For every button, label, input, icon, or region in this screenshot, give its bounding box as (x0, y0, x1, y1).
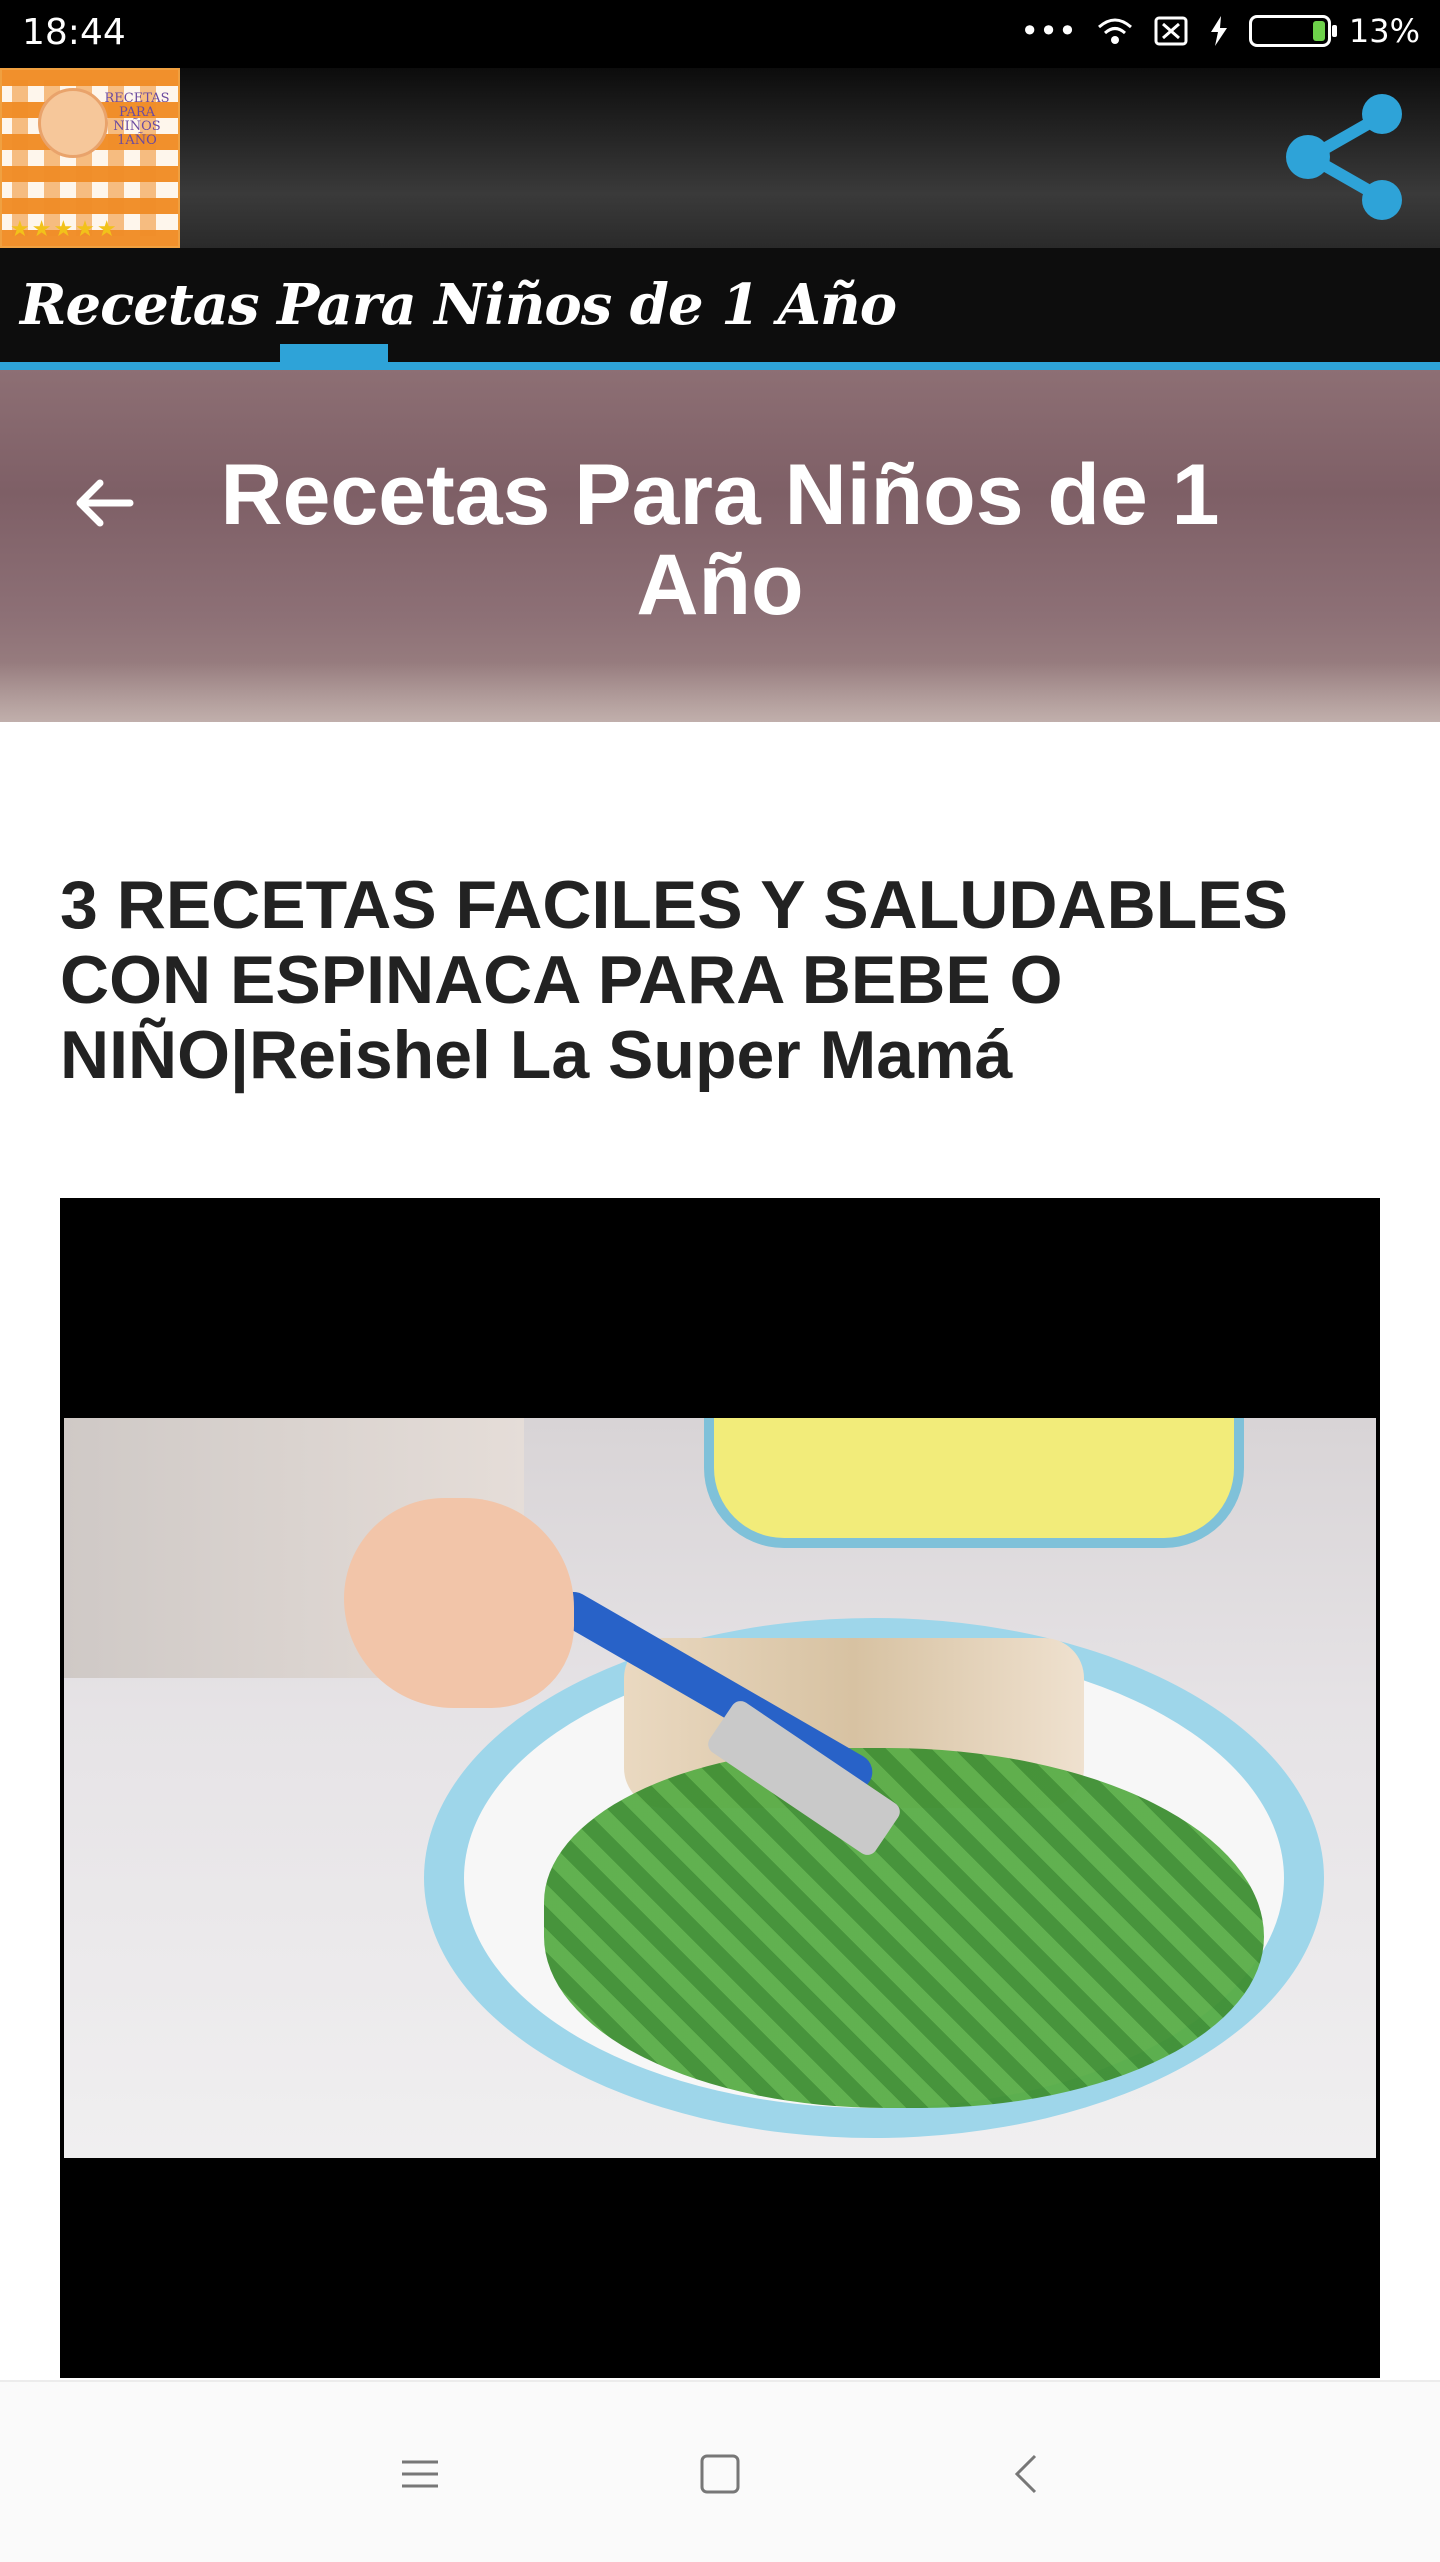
tab-strip: Recetas Para Niños de 1 Año (0, 248, 1440, 368)
app-header: RECETAS PARA NIÑOS 1AÑO ★★★★★ (0, 68, 1440, 248)
article-title: 3 RECETAS FACILES Y SALUDABLES CON ESPIN… (60, 867, 1288, 1093)
status-icons: ••• 13% (1020, 12, 1420, 50)
back-chevron-icon (1014, 2454, 1037, 2494)
battery-percent: 13% (1348, 12, 1420, 50)
wifi-icon (1097, 18, 1132, 44)
more-dots-icon: ••• (1020, 12, 1077, 50)
menu-icon (402, 2460, 438, 2488)
tab-divider (0, 362, 1440, 370)
charging-bolt-icon (1210, 16, 1227, 46)
hero-title: Recetas Para Niños de 1 Año (220, 447, 1220, 633)
home-button[interactable] (690, 2444, 750, 2504)
app-logo: RECETAS PARA NIÑOS 1AÑO ★★★★★ (0, 68, 180, 248)
back-nav-button[interactable] (996, 2444, 1056, 2504)
share-icon[interactable] (1280, 92, 1410, 222)
hero-banner: Recetas Para Niños de 1 Año (0, 370, 1440, 722)
status-time: 18:44 (22, 12, 126, 53)
sim-blocked-icon (1154, 16, 1188, 46)
back-button[interactable] (60, 458, 150, 548)
tab-title[interactable]: Recetas Para Niños de 1 Año (20, 272, 897, 338)
arrow-left-icon (76, 479, 134, 527)
home-square-icon (700, 2454, 740, 2494)
logo-text: RECETAS PARA NIÑOS 1AÑO (104, 91, 170, 148)
system-nav-bar (0, 2380, 1440, 2562)
video-player[interactable] (60, 1198, 1380, 2378)
status-bar: 18:44 ••• 13% (0, 0, 1440, 68)
video-thumbnail[interactable] (64, 1418, 1376, 2158)
baby-hand-image (344, 1498, 574, 1708)
menu-button[interactable] (390, 2444, 450, 2504)
logo-stars: ★★★★★ (10, 216, 119, 241)
bib-image (704, 1418, 1244, 1548)
tab-indicator (280, 344, 388, 364)
battery-icon (1248, 15, 1337, 47)
